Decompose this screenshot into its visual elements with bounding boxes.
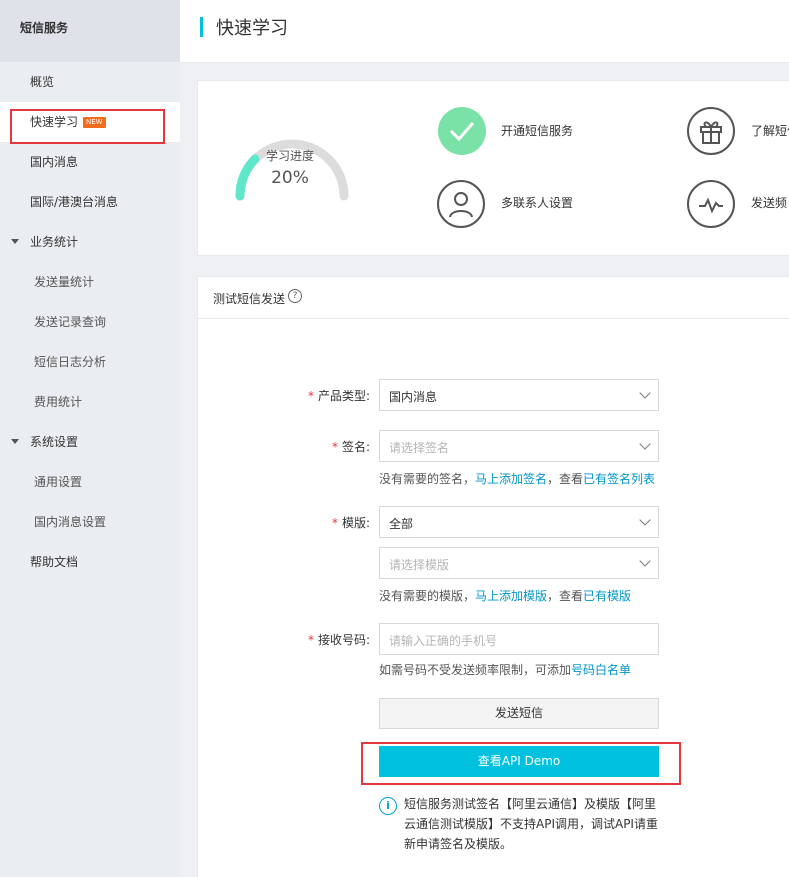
sidebar-item-log-analysis[interactable]: 短信日志分析 xyxy=(0,342,180,382)
highlight-box xyxy=(361,742,681,785)
sidebar-item-label: 发送记录查询 xyxy=(34,315,107,329)
chevron-down-icon xyxy=(639,514,651,526)
feature-label[interactable]: 开通短信服务 xyxy=(501,122,573,139)
sidebar-item-label: 发送量统计 xyxy=(34,275,95,289)
chevron-down-icon xyxy=(639,387,651,399)
sidebar-item-label: 通用设置 xyxy=(34,475,83,489)
sidebar-item-label: 国内消息设置 xyxy=(34,515,107,529)
gift-icon[interactable] xyxy=(687,107,735,155)
sidebar-item-label: 帮助文档 xyxy=(30,555,79,569)
sidebar-item-domestic-settings[interactable]: 国内消息设置 xyxy=(0,502,180,542)
whitelist-link[interactable]: 号码白名单 xyxy=(571,663,631,677)
template-label: * 模版: xyxy=(331,516,370,530)
required-mark: * xyxy=(307,633,314,647)
sidebar-item-label: 费用统计 xyxy=(34,395,83,409)
title-accent-bar xyxy=(200,17,203,37)
chevron-down-icon xyxy=(639,438,651,450)
product-type-label: * 产品类型: xyxy=(307,389,370,403)
signature-select[interactable]: 请选择签名 xyxy=(379,430,659,462)
page-title: 快速学习 xyxy=(216,18,288,39)
sidebar-item-send-records[interactable]: 发送记录查询 xyxy=(0,302,180,342)
card-header xyxy=(197,276,789,319)
select-placeholder: 请选择模版 xyxy=(389,558,450,572)
select-value: 国内消息 xyxy=(389,390,438,404)
select-placeholder: 请选择签名 xyxy=(389,441,450,455)
check-icon[interactable] xyxy=(438,107,486,155)
info-icon: i xyxy=(379,797,397,815)
feature-label[interactable]: 多联系人设置 xyxy=(501,194,573,211)
phone-label: * 接收号码: xyxy=(307,633,370,647)
caret-down-icon xyxy=(11,439,19,444)
progress-label: 学习进度 xyxy=(265,149,314,163)
sidebar-item-domestic[interactable]: 国内消息 xyxy=(0,142,180,182)
card-title: 测试短信发送 xyxy=(213,292,286,306)
template-select[interactable]: 请选择模版 xyxy=(379,547,659,579)
signature-label: * 签名: xyxy=(331,440,370,454)
template-hint: 没有需要的模版，马上添加模版，查看已有模版 xyxy=(379,589,632,603)
sidebar-item-label: 国内消息 xyxy=(30,155,79,169)
signature-list-link[interactable]: 已有签名列表 xyxy=(583,472,655,486)
sidebar-item-label: 系统设置 xyxy=(30,435,79,449)
sidebar-item-overview[interactable]: 概览 xyxy=(0,62,180,102)
page-header: 快速学习 xyxy=(180,0,789,63)
template-type-select[interactable]: 全部 xyxy=(379,506,659,538)
sidebar-group-business-stats[interactable]: 业务统计 xyxy=(0,222,180,262)
sidebar-item-label: 概览 xyxy=(30,75,55,89)
required-mark: * xyxy=(331,516,338,530)
signature-hint: 没有需要的签名，马上添加签名，查看已有签名列表 xyxy=(379,472,656,486)
chevron-down-icon xyxy=(639,555,651,567)
pulse-icon[interactable] xyxy=(687,180,735,228)
sidebar-item-cost-stats[interactable]: 费用统计 xyxy=(0,382,180,422)
required-mark: * xyxy=(331,440,338,454)
highlight-box xyxy=(10,109,165,144)
sidebar-group-system-settings[interactable]: 系统设置 xyxy=(0,422,180,462)
help-icon[interactable]: ? xyxy=(288,289,302,303)
sidebar-item-label: 业务统计 xyxy=(30,235,79,249)
feature-label[interactable]: 了解短信 xyxy=(751,122,789,139)
api-note: 短信服务测试签名【阿里云通信】及模版【阿里云通信测试模版】不支持API调用，调试… xyxy=(404,797,658,851)
input-placeholder: 请输入正确的手机号 xyxy=(389,634,498,648)
sidebar-item-international[interactable]: 国际/港澳台消息 xyxy=(0,182,180,222)
sidebar-item-label: 短信日志分析 xyxy=(34,355,107,369)
send-sms-button[interactable]: 发送短信 xyxy=(379,698,659,729)
sidebar-item-general-settings[interactable]: 通用设置 xyxy=(0,462,180,502)
product-type-select[interactable]: 国内消息 xyxy=(379,379,659,411)
select-value: 全部 xyxy=(389,517,414,531)
add-signature-link[interactable]: 马上添加签名 xyxy=(475,472,547,486)
phone-input[interactable]: 请输入正确的手机号 xyxy=(379,623,659,655)
sidebar-item-label: 国际/港澳台消息 xyxy=(30,195,119,209)
add-template-link[interactable]: 马上添加模版 xyxy=(475,589,547,603)
sidebar-header: 短信服务 xyxy=(0,0,180,62)
phone-hint: 如需号码不受发送频率限制，可添加号码白名单 xyxy=(379,663,632,677)
progress-value: 20% xyxy=(271,168,309,188)
sidebar-item-help-docs[interactable]: 帮助文档 xyxy=(0,542,180,582)
feature-label[interactable]: 发送频 xyxy=(751,194,787,211)
sidebar-item-send-stats[interactable]: 发送量统计 xyxy=(0,262,180,302)
template-list-link[interactable]: 已有模版 xyxy=(583,589,631,603)
progress-gauge xyxy=(235,139,349,201)
required-mark: * xyxy=(307,389,314,403)
caret-down-icon xyxy=(11,239,19,244)
user-icon[interactable] xyxy=(437,180,485,228)
